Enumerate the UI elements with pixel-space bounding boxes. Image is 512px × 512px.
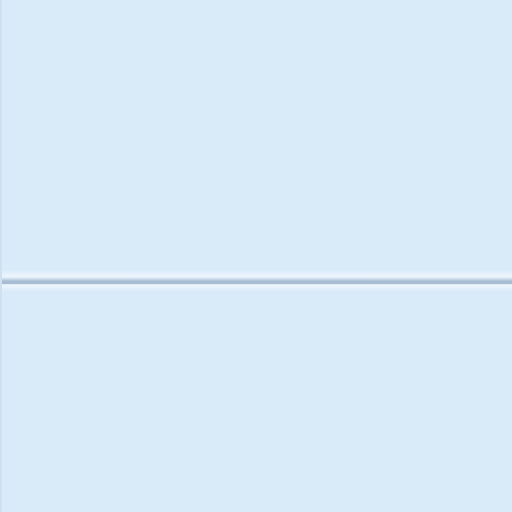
bottom-pane	[0, 292, 512, 512]
top-pane	[0, 0, 512, 276]
horizontal-splitter-handle[interactable]	[0, 270, 512, 292]
left-edge-border	[0, 0, 2, 512]
split-view	[0, 0, 512, 512]
splitter-line	[0, 281, 512, 284]
